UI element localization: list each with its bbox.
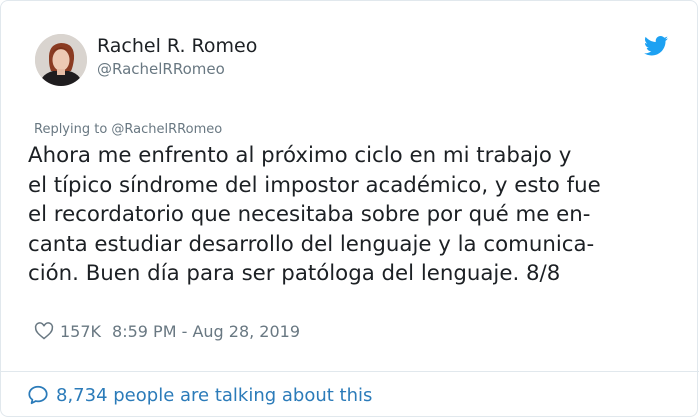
tweet-card: Rachel R. Romeo @RachelRRomeo Replying t… (0, 0, 699, 417)
twitter-bird-icon[interactable] (644, 36, 668, 56)
avatar-photo (35, 34, 87, 86)
author-handle[interactable]: @RachelRRomeo (97, 60, 225, 78)
conversation-link[interactable]: 8,734 people are talking about this (27, 382, 372, 408)
heart-icon[interactable] (34, 321, 54, 341)
tweet-line: canta estudiar desarrollo del lenguaje y… (28, 231, 595, 257)
avatar[interactable] (35, 34, 87, 86)
conversation-count-text[interactable]: 8,734 people are talking about this (56, 385, 372, 406)
reply-context[interactable]: Replying to @RachelRRomeo (34, 122, 222, 137)
tweet-line: el típico síndrome del impostor académic… (28, 172, 601, 198)
tweet-line: ción. Buen día para ser patóloga del len… (28, 261, 561, 286)
tweet-line: Ahora me enfrento al próximo ciclo en mi… (28, 143, 572, 168)
speech-bubble-icon (28, 385, 48, 405)
timestamp[interactable]: 8:59 PM - Aug 28, 2019 (112, 322, 300, 341)
divider (1, 371, 699, 372)
tweet-meta: 157K 8:59 PM - Aug 28, 2019 (34, 318, 300, 344)
tweet-line: el recordatorio que necesitaba sobre por… (28, 202, 591, 227)
tweet-text: Ahora me enfrento al próximo ciclo en mi… (28, 141, 678, 289)
like-count[interactable]: 157K (60, 322, 101, 341)
author-display-name[interactable]: Rachel R. Romeo (97, 35, 257, 57)
